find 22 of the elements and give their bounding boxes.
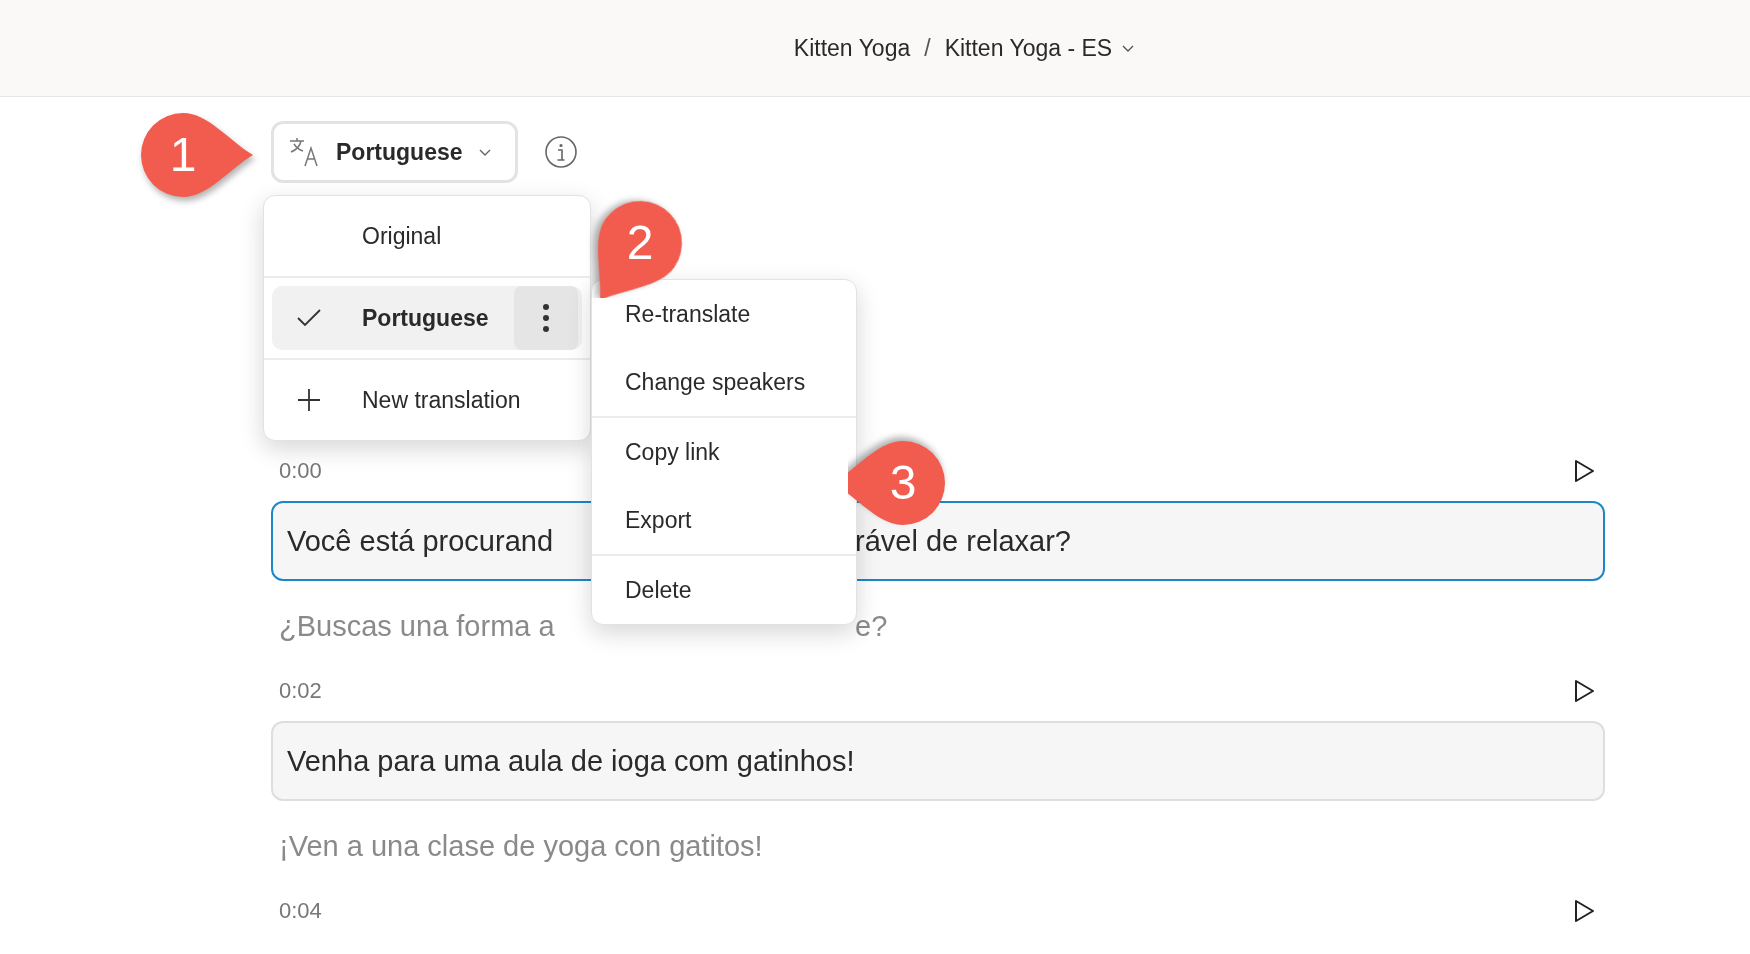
language-dropdown[interactable]: Portuguese <box>271 121 518 183</box>
source-text: ¡Ven a una clase de yoga con gatitos! <box>279 829 763 863</box>
checkmark-icon <box>296 307 322 329</box>
more-icon <box>542 303 550 333</box>
timestamp: 0:04 <box>279 898 322 924</box>
more-options-button[interactable] <box>514 286 578 350</box>
menu-item[interactable]: Change speakers <box>592 348 856 416</box>
timestamp: 0:00 <box>279 458 322 484</box>
breadcrumb-current[interactable]: Kitten Yoga - ES <box>944 34 1113 62</box>
source-text: ¿Buscas una forma a <box>279 609 555 643</box>
timestamp: 0:02 <box>279 678 322 704</box>
language-option[interactable]: Original <box>264 196 590 276</box>
source-text: e? <box>855 609 888 643</box>
menu-item[interactable]: Copy link <box>592 418 856 486</box>
menu-item[interactable]: Re-translate <box>592 280 856 348</box>
translation-field[interactable]: Venha para uma aula de ioga com gatinhos! <box>271 721 1605 801</box>
breadcrumb-separator: / <box>924 34 931 62</box>
info-icon[interactable] <box>543 135 578 169</box>
breadcrumb-link[interactable]: Kitten Yoga <box>793 34 911 62</box>
language-option[interactable]: Portuguese <box>272 286 582 350</box>
plus-icon <box>296 387 322 413</box>
language-option[interactable]: New translation <box>264 360 590 440</box>
